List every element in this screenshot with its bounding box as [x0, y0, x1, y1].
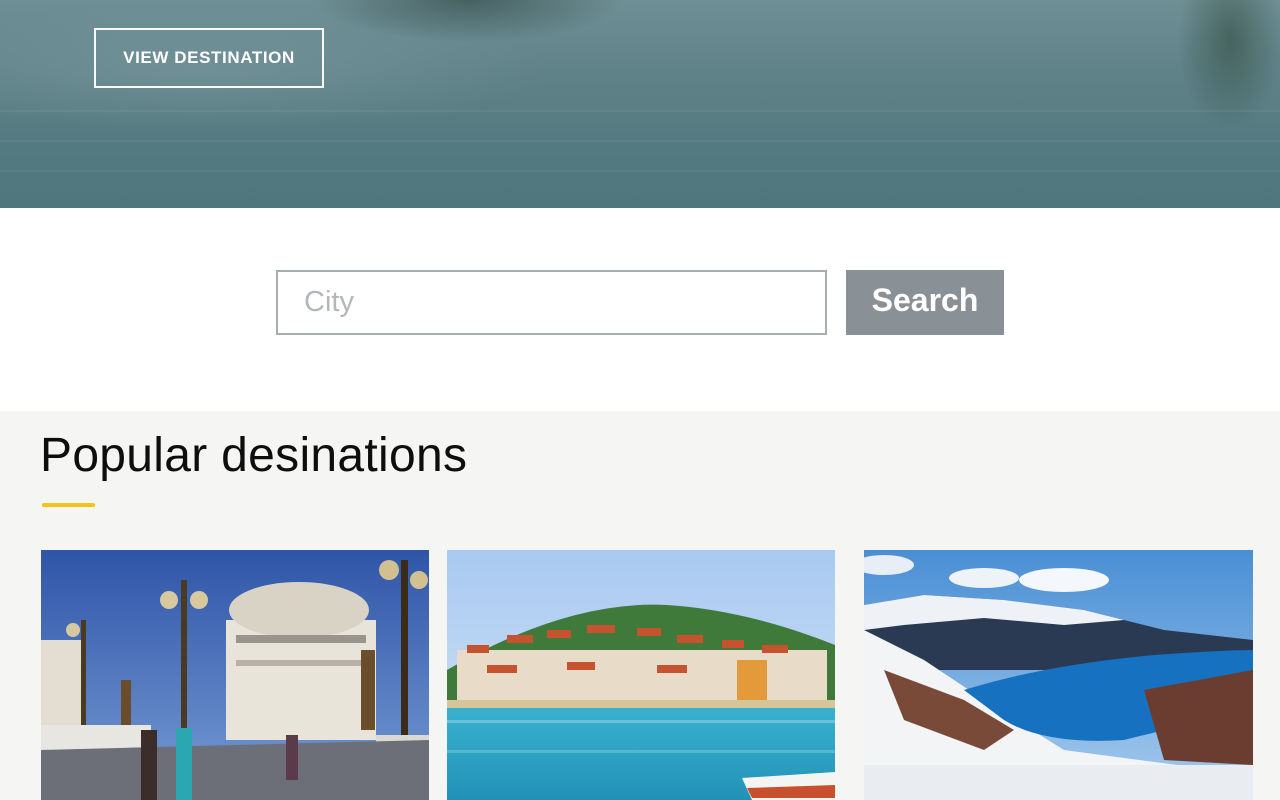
- water-ripple: [0, 170, 1280, 172]
- section-title: Popular desinations: [40, 429, 468, 482]
- title-underline: [42, 503, 95, 507]
- water-ripple: [0, 110, 1280, 112]
- destination-card-ohrid[interactable]: [447, 550, 835, 800]
- skopje-square-photo: [41, 550, 429, 800]
- destination-card-skopje[interactable]: [41, 550, 429, 800]
- view-destination-button[interactable]: VIEW DESTINATION: [94, 28, 324, 88]
- popular-destinations-section: Popular desinations: [0, 411, 1280, 800]
- mavrovo-snowy-lake-photo: [864, 550, 1253, 800]
- water-ripple: [0, 140, 1280, 142]
- hero-banner: VIEW DESTINATION: [0, 0, 1280, 208]
- ohrid-lake-town-photo: [447, 550, 835, 800]
- search-button[interactable]: Search: [846, 270, 1004, 335]
- search-section: Search: [0, 208, 1280, 411]
- destination-card-mavrovo[interactable]: [864, 550, 1253, 800]
- city-search-input[interactable]: [276, 270, 827, 335]
